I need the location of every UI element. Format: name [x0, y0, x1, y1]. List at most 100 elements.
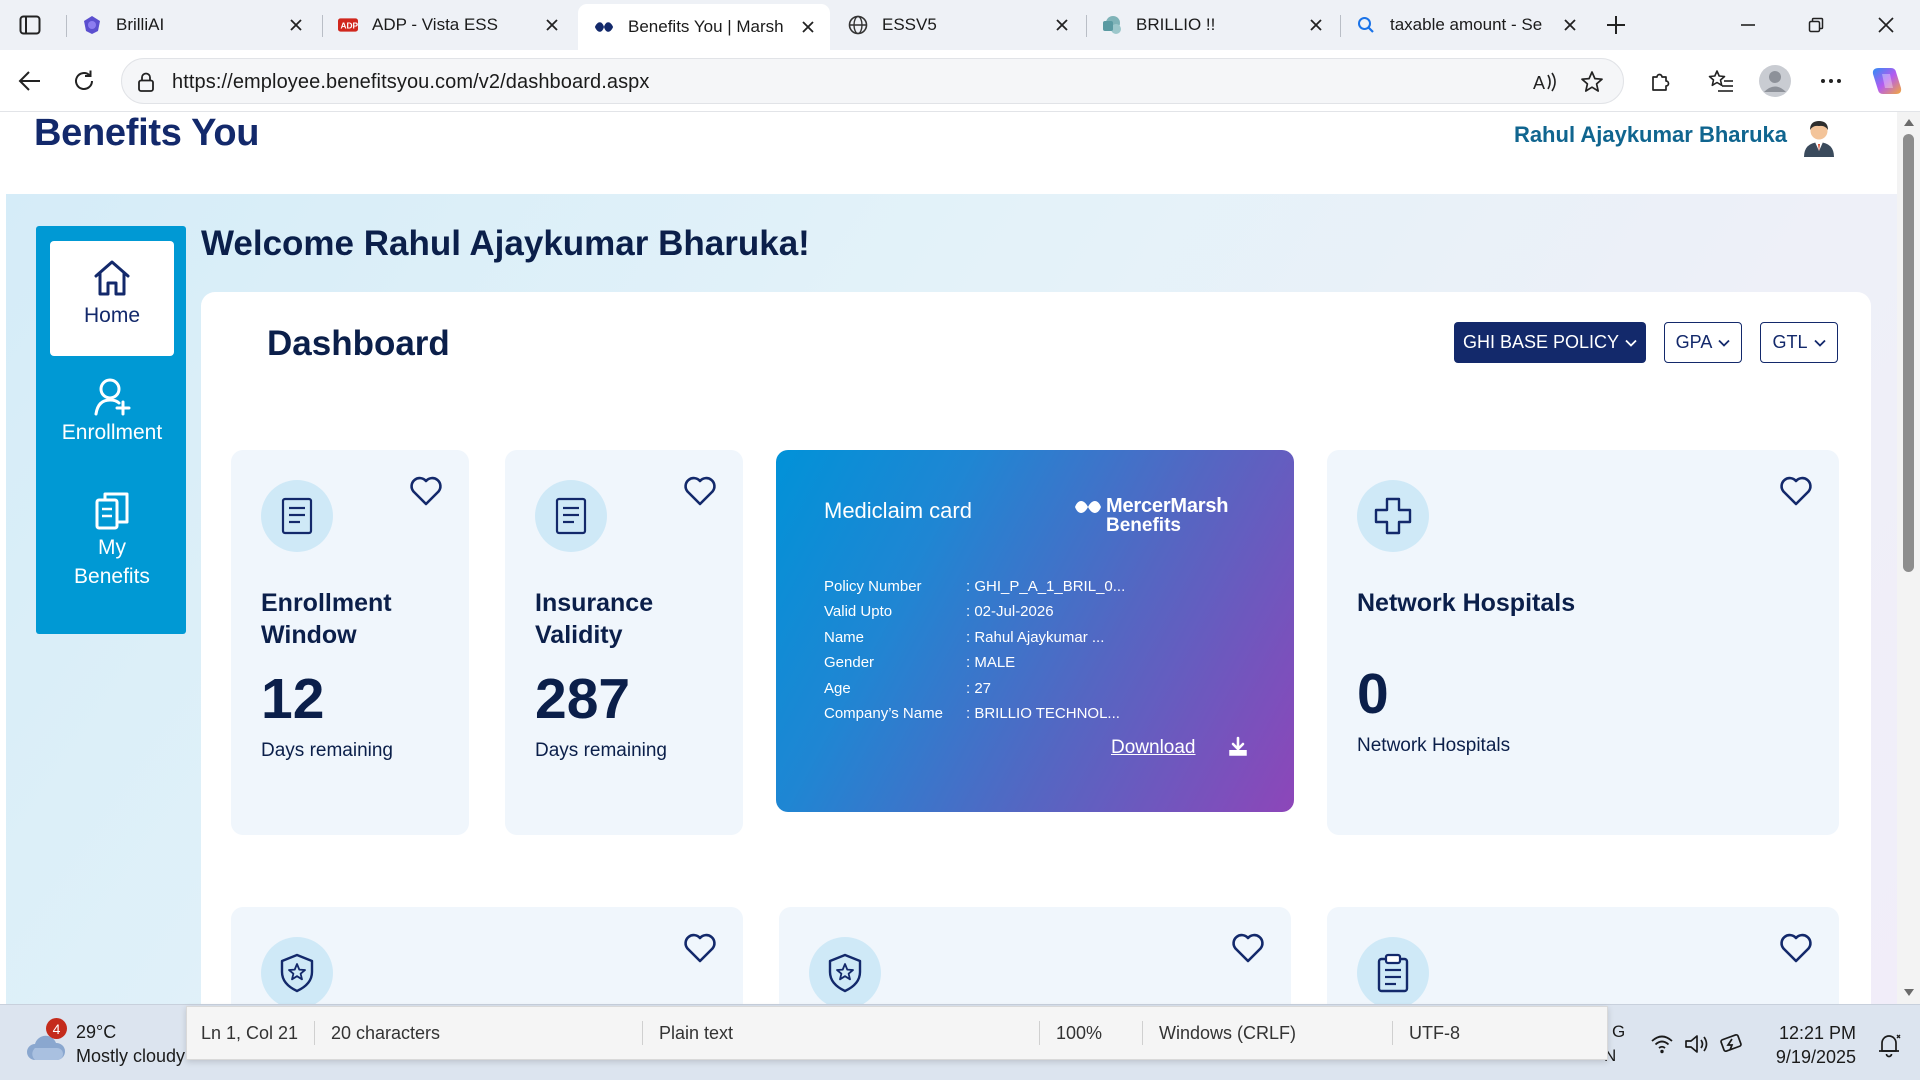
- status-text: 20 characters: [331, 1022, 441, 1043]
- lock-icon[interactable]: [135, 71, 157, 93]
- status-divider: [314, 1021, 315, 1045]
- profile-avatar-icon: [1759, 65, 1791, 97]
- tab-essv5[interactable]: ESSV5: [832, 6, 1084, 44]
- card-icon-circle: [1357, 480, 1429, 552]
- url-text[interactable]: https://employee.benefitsyou.com/v2/dash…: [172, 71, 650, 94]
- tab-brilliai[interactable]: BrilliAI: [66, 6, 318, 44]
- shield-star-icon: [828, 953, 862, 993]
- card-subtitle: Network Hospitals: [1357, 735, 1511, 756]
- heart-icon[interactable]: [683, 475, 717, 507]
- line-endings[interactable]: Windows (CRLF): [1145, 1007, 1296, 1059]
- close-icon[interactable]: [1306, 15, 1326, 35]
- card-title-line: Enrollment: [261, 589, 392, 617]
- character-count: 20 characters: [317, 1007, 440, 1059]
- tab-actions-button[interactable]: [14, 11, 46, 39]
- minimize-button[interactable]: [1720, 6, 1776, 44]
- network-hospitals-card[interactable]: Network Hospitals 0 Network Hospitals: [1327, 450, 1839, 835]
- user-name[interactable]: Rahul Ajaykumar Bharuka: [1514, 122, 1787, 148]
- tab-separator: [322, 15, 323, 37]
- tab-brillio[interactable]: BRILLIO !!: [1086, 6, 1338, 44]
- refresh-button[interactable]: [66, 64, 102, 98]
- tab-adp[interactable]: ADP ADP - Vista ESS: [322, 6, 574, 44]
- close-icon[interactable]: [542, 15, 562, 35]
- policy-gpa-button[interactable]: GPA: [1664, 322, 1742, 363]
- tab-title: ADP - Vista ESS: [372, 15, 498, 34]
- card-title: Insurance Validity: [535, 587, 653, 651]
- page-title: Dashboard: [267, 324, 450, 363]
- scrollbar-thumb[interactable]: [1903, 134, 1914, 572]
- restore-button[interactable]: [1788, 6, 1844, 44]
- heart-icon[interactable]: [1779, 932, 1813, 964]
- mediclaim-title: Mediclaim card: [824, 498, 972, 523]
- card-icon-circle: [1357, 937, 1429, 1004]
- user-avatar-icon[interactable]: [1801, 117, 1837, 157]
- cursor-position[interactable]: Ln 1, Col 21: [187, 1007, 298, 1059]
- tab-benefits-you[interactable]: Benefits You | Marsh: [578, 4, 830, 50]
- encoding[interactable]: UTF-8: [1395, 1007, 1460, 1059]
- benefit-card[interactable]: [231, 907, 743, 1004]
- card-icon-circle: [261, 480, 333, 552]
- close-icon[interactable]: [1052, 15, 1072, 35]
- field-label: Policy Number: [824, 578, 922, 595]
- svg-text:A: A: [1533, 73, 1545, 93]
- close-icon[interactable]: [286, 15, 306, 35]
- scroll-up-arrow-icon[interactable]: [1902, 116, 1915, 128]
- nav-my-benefits[interactable]: My Benefits: [50, 491, 174, 591]
- language-indicator[interactable]: G: [1612, 1022, 1625, 1042]
- weather-desc: Mostly cloudy: [76, 1046, 186, 1066]
- zoom-level[interactable]: 100%: [1042, 1007, 1102, 1059]
- refresh-icon: [75, 70, 93, 90]
- profile-button[interactable]: [1757, 64, 1793, 98]
- clipboard-icon: [1377, 953, 1409, 993]
- close-icon: [1878, 17, 1894, 33]
- new-tab-button[interactable]: [1598, 10, 1634, 40]
- insurance-validity-card[interactable]: Insurance Validity 287 Days remaining: [505, 450, 743, 835]
- heart-icon[interactable]: [683, 932, 717, 964]
- field-label: Name: [824, 629, 865, 646]
- volume-icon[interactable]: [1684, 1032, 1710, 1056]
- vertical-scrollbar[interactable]: [1897, 112, 1920, 1004]
- field-value: : 27: [966, 680, 992, 697]
- close-icon[interactable]: [798, 17, 818, 37]
- field-value: : 02-Jul-2026: [966, 603, 1054, 620]
- favorite-button[interactable]: [1578, 69, 1606, 95]
- field-value: : Rahul Ajaykumar ...: [966, 629, 1105, 646]
- shield-star-icon: [280, 953, 314, 993]
- back-button[interactable]: [12, 64, 48, 98]
- text-format[interactable]: Plain text: [645, 1007, 733, 1059]
- read-aloud-button[interactable]: A: [1532, 69, 1560, 95]
- battery-icon[interactable]: [1720, 1032, 1746, 1056]
- settings-more-button[interactable]: [1813, 64, 1849, 98]
- system-clock[interactable]: 12:21 PM 9/19/2025: [1776, 1021, 1856, 1069]
- benefit-card[interactable]: [1327, 907, 1839, 1004]
- brand-logo[interactable]: Benefits You: [34, 112, 259, 155]
- tab-taxable-amount[interactable]: taxable amount - Se: [1340, 6, 1592, 44]
- marsh-logo-icon: [1075, 501, 1101, 513]
- brilliai-icon: [82, 15, 102, 35]
- field-label: Company’s Name: [824, 705, 943, 722]
- nav-home[interactable]: Home: [50, 241, 174, 356]
- heart-icon[interactable]: [1231, 932, 1265, 964]
- notification-bell-icon[interactable]: [1876, 1032, 1902, 1058]
- heart-icon[interactable]: [1779, 475, 1813, 507]
- enrollment-window-card[interactable]: Enrollment Window 12 Days remaining: [231, 450, 469, 835]
- weather-widget[interactable]: 4 29°C Mostly cloudy: [26, 1018, 196, 1068]
- nav-enrollment[interactable]: Enrollment: [50, 376, 174, 447]
- benefit-card[interactable]: [779, 907, 1291, 1004]
- heart-icon[interactable]: [409, 475, 443, 507]
- close-icon[interactable]: [1560, 15, 1580, 35]
- download-link[interactable]: Download: [1111, 737, 1196, 759]
- address-bar[interactable]: https://employee.benefitsyou.com/v2/dash…: [121, 58, 1624, 104]
- download-icon[interactable]: [1227, 736, 1249, 758]
- read-aloud-icon: A: [1533, 72, 1556, 93]
- wifi-icon[interactable]: [1649, 1032, 1675, 1056]
- extensions-button[interactable]: [1643, 64, 1679, 98]
- scroll-down-arrow-icon[interactable]: [1902, 986, 1915, 998]
- sharepoint-icon: [1102, 15, 1122, 35]
- favorites-button[interactable]: [1703, 64, 1739, 98]
- copilot-button[interactable]: [1869, 64, 1905, 98]
- policy-gtl-button[interactable]: GTL: [1760, 322, 1838, 363]
- site-header: Benefits You Rahul Ajaykumar Bharuka: [0, 112, 1897, 194]
- policy-ghi-base-button[interactable]: GHI BASE POLICY: [1454, 322, 1646, 363]
- close-window-button[interactable]: [1858, 6, 1914, 44]
